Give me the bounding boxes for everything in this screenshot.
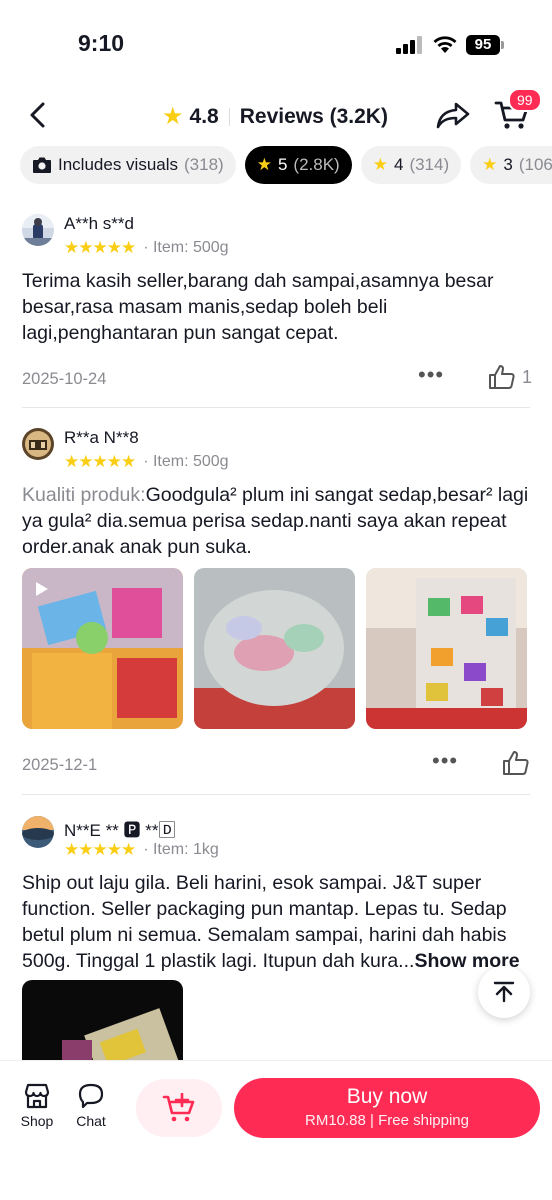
chip-count: (318) bbox=[184, 155, 224, 174]
chip-count: (314) bbox=[409, 155, 450, 174]
reviewer-name: A**h s**d bbox=[64, 214, 134, 233]
review-video-thumbnail[interactable] bbox=[22, 568, 183, 729]
reviews-title: Reviews (3.2K) bbox=[239, 104, 388, 128]
star-icon: ★ bbox=[482, 155, 498, 174]
more-options-icon[interactable]: ••• bbox=[432, 748, 458, 774]
chip-label: 3 bbox=[503, 155, 513, 174]
add-to-cart-icon bbox=[162, 1093, 195, 1122]
chat-label: Chat bbox=[76, 1113, 106, 1129]
shipping-label: Free shipping bbox=[378, 1112, 469, 1129]
header: ★ 4.8 Reviews (3.2K) bbox=[0, 90, 552, 142]
back-icon[interactable] bbox=[24, 100, 54, 130]
reviewer-name: R**a N**8 bbox=[64, 428, 139, 447]
filter-chip-visuals[interactable]: Includes visuals (318) bbox=[20, 146, 236, 184]
like-button[interactable] bbox=[502, 750, 536, 776]
review-item: A**h s**d ★★★★★ · Item: 500g Terima kasi… bbox=[22, 214, 532, 404]
review-text: Ship out laju gila. Beli harini, esok sa… bbox=[22, 870, 530, 974]
shop-icon bbox=[24, 1083, 50, 1109]
arrow-up-icon bbox=[493, 981, 515, 1003]
avatar[interactable] bbox=[22, 214, 54, 246]
filter-chip-4-star[interactable]: ★ 4 (314) bbox=[360, 146, 462, 184]
more-options-icon[interactable]: ••• bbox=[418, 362, 444, 388]
thumbs-up-icon bbox=[489, 365, 515, 389]
signal-icon bbox=[396, 36, 422, 54]
chip-label: 4 bbox=[393, 155, 404, 174]
item-variant: · Item: 500g bbox=[143, 453, 229, 470]
camera-icon bbox=[33, 157, 51, 173]
scroll-to-top-button[interactable] bbox=[478, 966, 530, 1018]
divider bbox=[22, 407, 530, 408]
chat-icon bbox=[78, 1083, 104, 1109]
star-icon: ★ bbox=[162, 103, 184, 130]
review-item: N**E ** 🅿 **🄳 ★★★★★ · Item: 1kg Ship out… bbox=[22, 816, 530, 1060]
rating-stars-icon: ★★★★★ bbox=[64, 452, 136, 471]
star-icon: ★ bbox=[256, 155, 272, 174]
chip-label: Includes visuals bbox=[58, 155, 179, 174]
review-text: Kualiti produk:Goodgula² plum ini sangat… bbox=[22, 482, 530, 560]
battery-indicator: 95 bbox=[466, 35, 500, 55]
bottom-action-bar: Shop Chat Buy now RM10.88 | Free shippin… bbox=[0, 1060, 552, 1200]
price: RM10.88 bbox=[305, 1112, 366, 1129]
review-text: Terima kasih seller,barang dah sampai,as… bbox=[22, 270, 494, 344]
rating-stars-icon: ★★★★★ bbox=[64, 840, 136, 859]
cart-count-badge: 99 bbox=[508, 88, 542, 112]
rating-row: ★★★★★ · Item: 1kg bbox=[64, 840, 219, 860]
rating-stars-icon: ★★★★★ bbox=[64, 238, 136, 257]
overall-rating: 4.8 bbox=[189, 104, 219, 128]
avatar[interactable] bbox=[22, 816, 54, 848]
rating-row: ★★★★★ · Item: 500g bbox=[64, 452, 229, 472]
review-date: 2025-10-24 bbox=[22, 370, 107, 388]
divider bbox=[22, 794, 530, 795]
review-photo[interactable] bbox=[22, 980, 183, 1060]
review-photo[interactable] bbox=[366, 568, 527, 729]
review-date: 2025-12-1 bbox=[22, 756, 98, 774]
chip-count: (106) bbox=[518, 155, 552, 174]
item-variant: · Item: 500g bbox=[143, 239, 229, 256]
chip-count: (2.8K) bbox=[293, 155, 340, 174]
filter-chip-3-star[interactable]: ★ 3 (106) bbox=[470, 146, 552, 184]
item-variant: · Item: 1kg bbox=[143, 841, 219, 858]
price-separator: | bbox=[365, 1112, 379, 1129]
price-shipping: RM10.88 | Free shipping bbox=[234, 1112, 540, 1129]
buy-now-button[interactable]: Buy now RM10.88 | Free shipping bbox=[234, 1078, 540, 1138]
like-count: 1 bbox=[522, 366, 533, 387]
thumbs-up-icon bbox=[503, 751, 529, 775]
add-to-cart-button[interactable] bbox=[136, 1079, 222, 1137]
reviewer-name: N**E ** 🅿 **🄳 bbox=[64, 821, 176, 840]
shop-label: Shop bbox=[20, 1113, 54, 1129]
review-text-label: Kualiti produk: bbox=[22, 484, 146, 506]
status-time: 9:10 bbox=[78, 30, 125, 56]
filter-chips: Includes visuals (318) ★ 5 (2.8K) ★ 4 (3… bbox=[20, 146, 552, 186]
shop-tab[interactable]: Shop bbox=[12, 1083, 62, 1129]
like-button[interactable]: 1 bbox=[488, 364, 532, 390]
filter-chip-5-star[interactable]: ★ 5 (2.8K) bbox=[244, 146, 352, 184]
page-title: ★ 4.8 Reviews (3.2K) bbox=[162, 102, 388, 131]
title-separator bbox=[228, 107, 230, 126]
wifi-icon bbox=[433, 36, 457, 53]
star-icon: ★ bbox=[372, 155, 388, 174]
share-icon[interactable] bbox=[436, 100, 470, 130]
review-photo[interactable] bbox=[194, 568, 355, 729]
rating-row: ★★★★★ · Item: 500g bbox=[64, 238, 229, 258]
review-item: R**a N**8 ★★★★★ · Item: 500g Kualiti pro… bbox=[22, 428, 530, 788]
battery-tip bbox=[501, 41, 504, 49]
buy-now-label: Buy now bbox=[346, 1085, 428, 1108]
chat-tab[interactable]: Chat bbox=[66, 1083, 116, 1129]
status-bar: 9:10 95 bbox=[0, 0, 552, 90]
avatar[interactable] bbox=[22, 428, 54, 460]
chip-label: 5 bbox=[277, 155, 288, 174]
